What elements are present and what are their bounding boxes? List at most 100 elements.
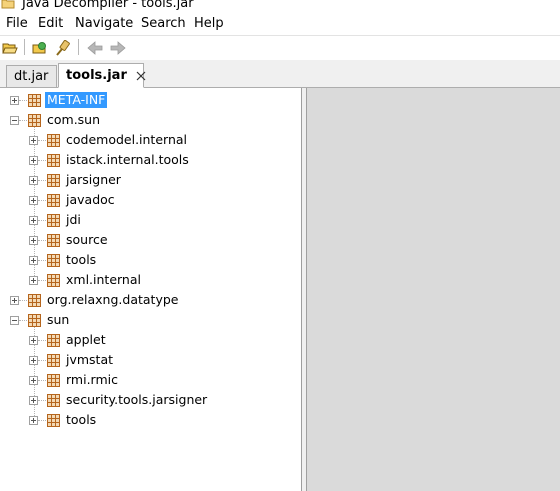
tree-connector (38, 340, 46, 341)
tree-connector (19, 120, 27, 121)
expand-toggle-icon[interactable] (29, 376, 38, 385)
tree-row[interactable]: rmi.rmic (0, 370, 300, 390)
tree-row[interactable]: jdi (0, 210, 300, 230)
package-icon (47, 394, 60, 407)
tree-row[interactable]: security.tools.jarsigner (0, 390, 300, 410)
tree-item-label: org.relaxng.datatype (47, 292, 179, 307)
toolbar-separator (24, 39, 25, 55)
tree-connector (38, 380, 46, 381)
tree-row[interactable]: xml.internal (0, 270, 300, 290)
tree-connector (38, 180, 46, 181)
tree-item-label: javadoc (66, 192, 115, 207)
tree-item-label: istack.internal.tools (66, 152, 189, 167)
package-tree[interactable]: META-INF com.sun codemodel.internal istack.… (0, 88, 302, 491)
tree-connector (38, 260, 46, 261)
tree-item-label: com.sun (47, 112, 101, 127)
expand-toggle-icon[interactable] (10, 96, 19, 105)
tree-item-label: jarsigner (66, 172, 121, 187)
expand-toggle-icon[interactable] (29, 256, 38, 265)
tree-item-label: sun (47, 312, 70, 327)
search-icon[interactable] (54, 39, 72, 57)
package-icon (47, 374, 60, 387)
tree-connector (38, 360, 46, 361)
open-type-icon[interactable] (31, 39, 49, 57)
expand-toggle-icon[interactable] (29, 336, 38, 345)
package-icon (47, 334, 60, 347)
tree-row[interactable]: tools (0, 250, 300, 270)
expand-toggle-icon[interactable] (29, 356, 38, 365)
expand-toggle-icon[interactable] (29, 136, 38, 145)
close-icon[interactable] (136, 70, 146, 82)
expand-toggle-icon[interactable] (29, 396, 38, 405)
tree-connector (38, 160, 46, 161)
tree-connector (38, 140, 46, 141)
forward-arrow-icon[interactable] (109, 39, 127, 57)
expand-toggle-icon[interactable] (29, 196, 38, 205)
tree-connector (38, 220, 46, 221)
collapse-toggle-icon[interactable] (10, 316, 19, 325)
tree-item-label: codemodel.internal (66, 132, 188, 147)
title-bar: Java Decompiler - tools.jar (0, 0, 560, 14)
package-icon (28, 294, 41, 307)
tree-item-label: jvmstat (66, 352, 114, 367)
expand-toggle-icon[interactable] (29, 236, 38, 245)
tree-row[interactable]: javadoc (0, 190, 300, 210)
tree-connector (38, 200, 46, 201)
source-view-panel (306, 88, 560, 491)
tree-row[interactable]: com.sun (0, 110, 300, 130)
package-icon (28, 114, 41, 127)
menu-edit[interactable]: Edit (38, 16, 63, 31)
menu-search[interactable]: Search (141, 16, 186, 31)
package-icon (47, 234, 60, 247)
tree-item-label: META-INF (45, 92, 108, 108)
tree-item-label: tools (66, 412, 97, 427)
tree-row[interactable]: codemodel.internal (0, 130, 300, 150)
tree-row[interactable]: istack.internal.tools (0, 150, 300, 170)
tree-row[interactable]: jvmstat (0, 350, 300, 370)
tree-row[interactable]: source (0, 230, 300, 250)
toolbar (0, 36, 560, 59)
open-file-icon[interactable] (1, 39, 19, 57)
expand-toggle-icon[interactable] (10, 296, 19, 305)
package-icon (47, 414, 60, 427)
tab-strip: dt.jar tools.jar (0, 60, 560, 88)
package-icon (28, 94, 41, 107)
tab-tools-jar[interactable]: tools.jar (58, 63, 146, 88)
tree-item-label: applet (66, 332, 106, 347)
app-folder-icon (1, 0, 15, 9)
package-icon (47, 154, 60, 167)
tree-item-label: xml.internal (66, 272, 141, 287)
tab-dt-jar[interactable]: dt.jar (6, 65, 57, 88)
tab-label: tools.jar (66, 68, 127, 83)
tree-row[interactable]: tools (0, 410, 300, 430)
tab-label: dt.jar (14, 69, 49, 84)
menu-navigate[interactable]: Navigate (75, 16, 133, 31)
tree-row[interactable]: org.relaxng.datatype (0, 290, 300, 310)
tree-connector (38, 400, 46, 401)
menu-file[interactable]: File (6, 16, 28, 31)
toolbar-separator (78, 39, 79, 55)
package-icon (28, 314, 41, 327)
package-icon (47, 274, 60, 287)
tree-item-label: source (66, 232, 108, 247)
package-icon (47, 214, 60, 227)
window-title: Java Decompiler - tools.jar (22, 0, 194, 11)
package-icon (47, 174, 60, 187)
back-arrow-icon[interactable] (86, 39, 104, 57)
package-icon (47, 354, 60, 367)
tree-item-label: jdi (66, 212, 81, 227)
tree-connector (19, 300, 27, 301)
tree-row[interactable]: jarsigner (0, 170, 300, 190)
tree-item-label: tools (66, 252, 97, 267)
collapse-toggle-icon[interactable] (10, 116, 19, 125)
tree-row[interactable]: applet (0, 330, 300, 350)
tree-row[interactable]: sun (0, 310, 300, 330)
menu-help[interactable]: Help (194, 16, 224, 31)
tree-row[interactable]: META-INF (0, 90, 300, 110)
expand-toggle-icon[interactable] (29, 416, 38, 425)
expand-toggle-icon[interactable] (29, 156, 38, 165)
tree-connector (19, 320, 27, 321)
expand-toggle-icon[interactable] (29, 176, 38, 185)
expand-toggle-icon[interactable] (29, 276, 38, 285)
expand-toggle-icon[interactable] (29, 216, 38, 225)
